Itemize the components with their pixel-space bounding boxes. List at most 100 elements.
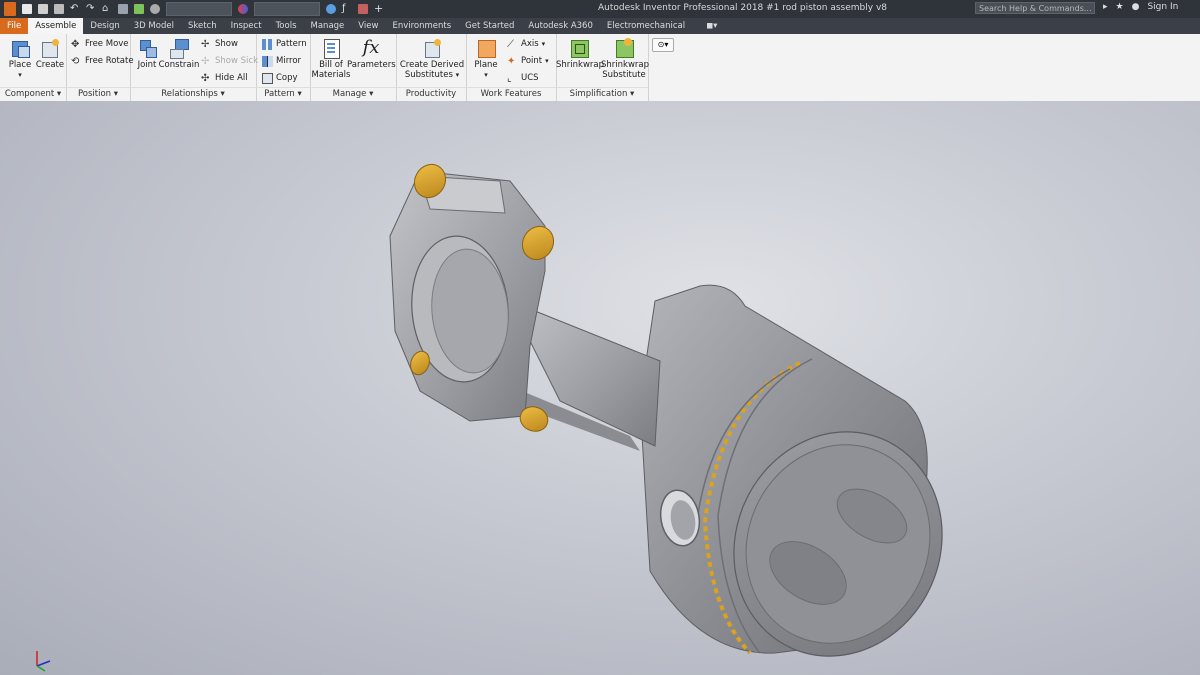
title-bar: ↶ ↷ ⌂ ƒ + Autodesk Inventor Professional… bbox=[0, 0, 1200, 18]
save-icon[interactable] bbox=[54, 4, 64, 14]
tab-file[interactable]: File bbox=[0, 18, 29, 34]
relationships-panel-title[interactable]: Relationships ▾ bbox=[130, 87, 256, 100]
pattern-icon bbox=[262, 38, 273, 50]
pattern-panel-title[interactable]: Pattern ▾ bbox=[256, 87, 310, 100]
search-expand-icon[interactable]: ▸ bbox=[1103, 2, 1108, 12]
ribbon-tabs: File Assemble Design 3D Model Sketch Ins… bbox=[0, 18, 1200, 34]
graphics-viewport[interactable] bbox=[0, 101, 1200, 675]
axis-button[interactable]: ⟋ Axis ▾ bbox=[507, 37, 545, 51]
joint-icon bbox=[137, 38, 157, 58]
shrinkwrap-substitute-button[interactable]: Shrinkwrap Substitute bbox=[601, 36, 649, 80]
sign-in-link[interactable]: Sign In bbox=[1147, 2, 1178, 12]
plane-button[interactable]: Plane ▾ bbox=[463, 36, 509, 80]
ucs-button[interactable]: ⌞ UCS bbox=[507, 71, 539, 85]
productivity-panel-title: Productivity bbox=[396, 87, 466, 100]
app-logo-icon[interactable] bbox=[4, 2, 16, 16]
productivity-panel: Create Derived Substitutes ▾ Productivity bbox=[396, 34, 467, 101]
piston[interactable] bbox=[639, 284, 978, 675]
tab-electromechanical[interactable]: Electromechanical bbox=[600, 18, 692, 34]
simplification-panel: Shrinkwrap Shrinkwrap Substitute Simplifi… bbox=[556, 34, 649, 101]
work-features-panel-title: Work Features bbox=[466, 87, 556, 100]
tab-3d-model[interactable]: 3D Model bbox=[127, 18, 181, 34]
add-icon[interactable]: + bbox=[374, 3, 384, 14]
create-derived-substitutes-icon bbox=[422, 38, 442, 58]
appearance-dropdown[interactable] bbox=[254, 2, 320, 16]
point-button[interactable]: ✦ Point ▾ bbox=[507, 54, 549, 68]
assembly-model[interactable] bbox=[0, 101, 1200, 675]
tab-sketch[interactable]: Sketch bbox=[181, 18, 224, 34]
hide-all-icon: ✣ bbox=[201, 72, 210, 84]
shrinkwrap-button[interactable]: Shrinkwrap bbox=[556, 36, 604, 70]
relationships-panel: Joint Constrain ✢ Show ✢ Show Sick ✣ Hid… bbox=[130, 34, 258, 101]
formula-icon[interactable]: ƒ bbox=[342, 4, 352, 14]
new-file-icon[interactable] bbox=[22, 4, 32, 14]
tab-view[interactable]: View bbox=[351, 18, 385, 34]
shrinkwrap-substitute-icon bbox=[614, 38, 634, 58]
work-features-panel: Plane ▾ ⟋ Axis ▾ ✦ Point ▾ ⌞ UCS Work Featu… bbox=[466, 34, 557, 101]
axis-icon: ⟋ bbox=[507, 38, 514, 50]
show-icon: ✢ bbox=[201, 38, 210, 50]
position-panel: ✥ Free Move ⟲ Free Rotate Position ▾ bbox=[66, 34, 134, 101]
mirror-button[interactable]: Mirror bbox=[262, 54, 301, 68]
tab-assemble[interactable]: Assemble bbox=[28, 18, 84, 34]
ucs-icon: ⌞ bbox=[507, 72, 512, 84]
search-help-input[interactable]: Search Help & Commands... bbox=[975, 2, 1095, 14]
redo-icon[interactable]: ↷ bbox=[86, 4, 96, 14]
tab-autodesk-a360[interactable]: Autodesk A360 bbox=[521, 18, 599, 34]
connecting-rod[interactable] bbox=[389, 159, 661, 451]
quick-access-toolbar: ↶ ↷ ⌂ ƒ + bbox=[0, 0, 384, 18]
show-sick-button[interactable]: ✢ Show Sick bbox=[201, 54, 258, 68]
open-folder-icon[interactable] bbox=[38, 4, 48, 14]
copy-icon bbox=[262, 72, 273, 84]
update-icon[interactable] bbox=[134, 4, 144, 14]
component-panel-title[interactable]: Component ▾ bbox=[0, 87, 66, 100]
window-title: Autodesk Inventor Professional 2018 #1 r… bbox=[598, 3, 888, 13]
tab-design[interactable]: Design bbox=[83, 18, 126, 34]
hide-all-button[interactable]: ✣ Hide All bbox=[201, 71, 248, 85]
ribbon-options-dropdown[interactable]: ⊙▾ bbox=[652, 38, 674, 52]
constrain-icon bbox=[169, 38, 189, 59]
clear-icon[interactable] bbox=[358, 4, 368, 14]
point-icon: ✦ bbox=[507, 55, 516, 67]
title-bar-right: ▸ ★ ● Sign In bbox=[1103, 2, 1178, 12]
copy-button[interactable]: Copy bbox=[262, 71, 298, 85]
pattern-button[interactable]: Pattern bbox=[262, 37, 307, 51]
constrain-button[interactable]: Constrain bbox=[156, 36, 202, 70]
show-button[interactable]: ✢ Show bbox=[201, 37, 238, 51]
appearance-icon[interactable] bbox=[238, 4, 248, 14]
manage-panel: Bill of Materials fx Parameters Manage ▾ bbox=[310, 34, 397, 101]
xyz-triad-icon[interactable] bbox=[36, 651, 51, 672]
tab-get-started[interactable]: Get Started bbox=[458, 18, 521, 34]
create-icon bbox=[40, 38, 60, 58]
bill-of-materials-icon bbox=[321, 38, 341, 59]
tab-environments[interactable]: Environments bbox=[385, 18, 458, 34]
mirror-icon bbox=[262, 55, 273, 67]
star-icon[interactable]: ★ bbox=[1116, 2, 1124, 12]
tab-inspect[interactable]: Inspect bbox=[224, 18, 269, 34]
parameters-icon: fx bbox=[362, 37, 380, 58]
free-rotate-icon: ⟲ bbox=[71, 55, 80, 67]
component-panel: Place ▾ Create Component ▾ bbox=[0, 34, 67, 101]
undo-icon[interactable]: ↶ bbox=[70, 4, 80, 14]
properties-icon[interactable] bbox=[150, 4, 160, 14]
color-wheel-icon[interactable] bbox=[326, 4, 336, 14]
simplification-panel-title[interactable]: Simplification ▾ bbox=[556, 87, 648, 100]
home-icon[interactable]: ⌂ bbox=[102, 4, 112, 14]
camera-icon[interactable]: ◼▾ bbox=[692, 18, 724, 34]
pattern-panel: Pattern Mirror Copy Pattern ▾ bbox=[256, 34, 311, 101]
position-panel-title[interactable]: Position ▾ bbox=[66, 87, 130, 100]
shrinkwrap-icon bbox=[569, 38, 589, 58]
free-move-button[interactable]: ✥ Free Move bbox=[71, 37, 129, 51]
tab-manage[interactable]: Manage bbox=[304, 18, 352, 34]
show-sick-icon: ✢ bbox=[201, 55, 210, 67]
tab-tools[interactable]: Tools bbox=[269, 18, 304, 34]
parameters-button[interactable]: fx Parameters bbox=[347, 36, 396, 71]
create-derived-substitutes-button[interactable]: Create Derived Substitutes ▾ bbox=[399, 36, 465, 80]
user-icon[interactable]: ● bbox=[1132, 2, 1140, 12]
plane-icon bbox=[476, 38, 496, 58]
select-icon[interactable] bbox=[118, 4, 128, 14]
manage-panel-title[interactable]: Manage ▾ bbox=[310, 87, 396, 100]
free-move-icon: ✥ bbox=[71, 38, 80, 50]
material-dropdown[interactable] bbox=[166, 2, 232, 16]
ribbon: Place ▾ Create Component ▾ ✥ Free Move ⟲ … bbox=[0, 34, 1200, 102]
